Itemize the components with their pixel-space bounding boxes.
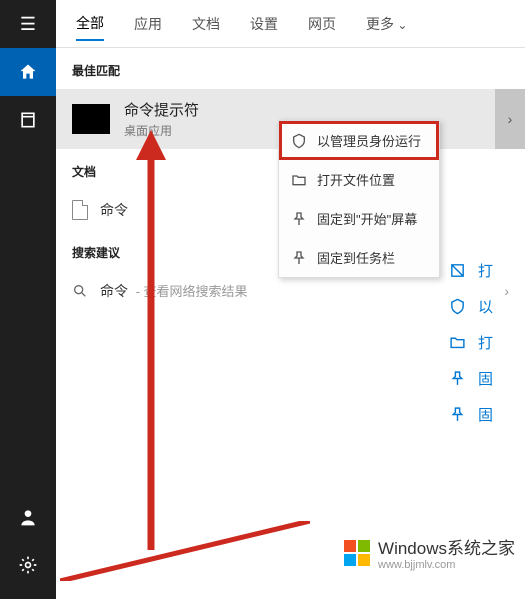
pin-icon bbox=[449, 406, 466, 423]
sidebar-account[interactable] bbox=[0, 493, 56, 541]
pin-icon bbox=[449, 370, 466, 387]
cmd-icon bbox=[72, 104, 110, 134]
right-item-admin[interactable]: 以 bbox=[449, 296, 493, 317]
tab-all[interactable]: 全部 bbox=[76, 13, 104, 41]
tab-more[interactable]: 更多 bbox=[366, 14, 407, 40]
ctx-open-location[interactable]: 打开文件位置 bbox=[279, 160, 439, 199]
best-match-title: 命令提示符 bbox=[124, 99, 199, 120]
right-item-pin2[interactable]: 固 bbox=[449, 404, 493, 425]
sidebar-top: ☰ bbox=[0, 0, 56, 144]
ctx-label: 固定到"开始"屏幕 bbox=[317, 209, 417, 228]
watermark-title: Windows系统之家 bbox=[378, 534, 515, 559]
gear-icon bbox=[18, 555, 38, 575]
right-item-folder[interactable]: 打 bbox=[449, 332, 493, 353]
tab-docs[interactable]: 文档 bbox=[192, 14, 220, 40]
sidebar-recent[interactable] bbox=[0, 96, 56, 144]
expand-chevron[interactable]: › bbox=[495, 89, 525, 149]
tabs: 全部 应用 文档 设置 网页 更多 bbox=[56, 0, 525, 48]
right-list: 打 以 打 固 固 bbox=[449, 260, 493, 425]
right-label: 以 bbox=[478, 296, 493, 317]
sidebar-menu[interactable]: ☰ bbox=[0, 0, 56, 48]
ctx-run-admin[interactable]: 以管理员身份运行 bbox=[279, 121, 439, 160]
right-item-open[interactable]: 打 bbox=[449, 260, 493, 281]
doc-label: 命令 bbox=[100, 200, 128, 220]
right-item-pin1[interactable]: 固 bbox=[449, 368, 493, 389]
right-label: 打 bbox=[478, 260, 493, 281]
windows-logo-icon bbox=[342, 538, 372, 568]
watermark-url: www.bjjmlv.com bbox=[378, 559, 455, 571]
hamburger-icon: ☰ bbox=[20, 14, 36, 35]
pin-icon bbox=[291, 211, 307, 227]
doc-icon bbox=[72, 200, 88, 220]
sidebar: ☰ bbox=[0, 0, 56, 599]
best-match-text: 命令提示符 桌面应用 bbox=[124, 99, 199, 139]
ctx-pin-start[interactable]: 固定到"开始"屏幕 bbox=[279, 199, 439, 238]
tab-apps[interactable]: 应用 bbox=[134, 14, 162, 40]
recent-icon bbox=[18, 110, 38, 130]
tab-settings[interactable]: 设置 bbox=[250, 14, 278, 40]
ctx-pin-taskbar[interactable]: 固定到任务栏 bbox=[279, 238, 439, 277]
folder-icon bbox=[291, 172, 307, 188]
ctx-label: 以管理员身份运行 bbox=[317, 131, 421, 150]
best-match-sub: 桌面应用 bbox=[124, 122, 199, 139]
search-icon bbox=[72, 283, 88, 299]
sidebar-home[interactable] bbox=[0, 48, 56, 96]
tab-web[interactable]: 网页 bbox=[308, 14, 336, 40]
right-label: 固 bbox=[478, 368, 493, 389]
home-icon bbox=[18, 62, 38, 82]
context-menu: 以管理员身份运行 打开文件位置 固定到"开始"屏幕 固定到任务栏 bbox=[278, 120, 440, 278]
best-match-header: 最佳匹配 bbox=[56, 48, 525, 89]
right-label: 固 bbox=[478, 404, 493, 425]
watermark: Windows系统之家 www.bjjmlv.com bbox=[342, 534, 515, 571]
sidebar-settings[interactable] bbox=[0, 541, 56, 589]
suggestion-text: 命令 - 查看网络搜索结果 bbox=[100, 281, 248, 301]
account-icon bbox=[18, 507, 38, 527]
chevron-right-icon: › bbox=[504, 283, 509, 299]
watermark-text: Windows系统之家 www.bjjmlv.com bbox=[378, 534, 515, 571]
open-icon bbox=[449, 262, 466, 279]
admin-icon bbox=[449, 298, 466, 315]
sidebar-bottom bbox=[0, 493, 56, 599]
ctx-label: 固定到任务栏 bbox=[317, 248, 395, 267]
ctx-label: 打开文件位置 bbox=[317, 170, 395, 189]
pin-icon bbox=[291, 250, 307, 266]
folder-icon bbox=[449, 334, 466, 351]
admin-icon bbox=[291, 133, 307, 149]
right-label: 打 bbox=[478, 332, 493, 353]
